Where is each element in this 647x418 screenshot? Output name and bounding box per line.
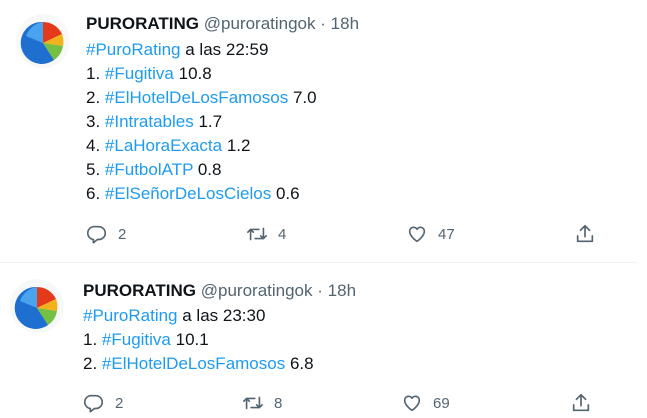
intro-text: a las 22:59	[180, 40, 269, 59]
list-item: 2. #ElHotelDeLosFamosos 6.8	[83, 352, 314, 376]
tweet-header: PURORATING @puroratingok · 18h	[83, 280, 356, 302]
retweet-count: 8	[274, 394, 283, 412]
intro-line: #PuroRating a las 23:30	[83, 304, 314, 328]
tweet[interactable]: PURORATING @puroratingok · 18h #PuroRati…	[0, 0, 647, 262]
hashtag-link[interactable]: #FutbolATP	[105, 160, 193, 179]
separator: ·	[317, 281, 323, 300]
tweet-text: #PuroRating a las 23:30 1. #Fugitiva 10.…	[83, 304, 314, 376]
reply-icon	[87, 225, 107, 244]
separator: ·	[320, 14, 326, 33]
hashtag-link[interactable]: #ElHotelDeLosFamosos	[105, 88, 288, 107]
avatar[interactable]	[16, 14, 70, 68]
pie-chart-logo-icon	[14, 286, 58, 329]
item-value: 10.1	[170, 330, 209, 349]
handle[interactable]: @puroratingok	[201, 281, 313, 300]
item-value: 0.6	[271, 184, 300, 203]
item-value: 0.8	[193, 160, 222, 179]
hashtag-link[interactable]: #ElHotelDeLosFamosos	[102, 354, 285, 373]
list-item: 3. #Intratables 1.7	[86, 110, 317, 134]
item-number: 4.	[86, 136, 105, 155]
pie-chart-logo-icon	[20, 21, 64, 64]
item-number: 1.	[86, 64, 105, 83]
item-number: 2.	[86, 88, 105, 107]
tweet-header: PURORATING @puroratingok · 18h	[86, 13, 359, 35]
retweet-icon	[247, 227, 267, 241]
heart-icon	[408, 226, 426, 243]
item-value: 1.7	[193, 112, 223, 131]
item-value: 10.8	[173, 64, 212, 83]
list-item: 1. #Fugitiva 10.1	[83, 328, 314, 352]
timestamp[interactable]: 18h	[331, 14, 359, 33]
hashtag-link[interactable]: #PuroRating	[86, 40, 181, 59]
hashtag-link[interactable]: #ElSeñorDeLosCielos	[105, 184, 271, 203]
like-count: 69	[433, 394, 450, 412]
list-item: 6. #ElSeñorDeLosCielos 0.6	[86, 182, 317, 206]
timestamp[interactable]: 18h	[328, 281, 356, 300]
display-name[interactable]: PURORATING	[83, 281, 196, 300]
reply-count: 2	[115, 394, 124, 412]
list-item: 5. #FutbolATP 0.8	[86, 158, 317, 182]
hashtag-link[interactable]: #LaHoraExacta	[105, 136, 222, 155]
retweet-button[interactable]: 8	[242, 392, 282, 414]
tweet-text: #PuroRating a las 22:59 1. #Fugitiva 10.…	[86, 38, 317, 206]
intro-text: a las 23:30	[177, 306, 266, 325]
share-icon	[576, 224, 594, 243]
list-item: 2. #ElHotelDeLosFamosos 7.0	[86, 86, 317, 110]
reply-button[interactable]: 2	[83, 392, 123, 414]
display-name[interactable]: PURORATING	[86, 14, 199, 33]
handle[interactable]: @puroratingok	[204, 14, 316, 33]
share-button[interactable]	[570, 392, 592, 414]
retweet-button[interactable]: 4	[246, 223, 286, 245]
tweet-actions: 2 8 69	[0, 392, 647, 416]
hashtag-link[interactable]: #Intratables	[105, 112, 194, 131]
heart-icon	[403, 395, 421, 412]
hashtag-link[interactable]: #Fugitiva	[105, 64, 174, 83]
hashtag-link[interactable]: #Fugitiva	[102, 330, 171, 349]
tweet-actions: 2 4 47	[0, 223, 647, 247]
share-icon	[572, 393, 590, 412]
like-button[interactable]: 69	[401, 392, 450, 414]
item-number: 5.	[86, 160, 105, 179]
reply-count: 2	[118, 225, 127, 243]
retweet-count: 4	[278, 225, 287, 243]
intro-line: #PuroRating a las 22:59	[86, 38, 317, 62]
list-item: 4. #LaHoraExacta 1.2	[86, 134, 317, 158]
tweet[interactable]: PURORATING @puroratingok · 18h #PuroRati…	[0, 263, 647, 418]
item-number: 1.	[83, 330, 102, 349]
like-count: 47	[438, 225, 455, 243]
hashtag-link[interactable]: #PuroRating	[83, 306, 178, 325]
reply-icon	[84, 394, 104, 413]
item-number: 3.	[86, 112, 105, 131]
item-value: 1.2	[222, 136, 251, 155]
reply-button[interactable]: 2	[86, 223, 126, 245]
item-value: 7.0	[288, 88, 317, 107]
item-number: 2.	[83, 354, 102, 373]
retweet-icon	[243, 396, 263, 410]
avatar[interactable]	[10, 279, 64, 333]
item-value: 6.8	[285, 354, 314, 373]
list-item: 1. #Fugitiva 10.8	[86, 62, 317, 86]
item-number: 6.	[86, 184, 105, 203]
like-button[interactable]: 47	[406, 223, 455, 245]
share-button[interactable]	[574, 223, 596, 245]
